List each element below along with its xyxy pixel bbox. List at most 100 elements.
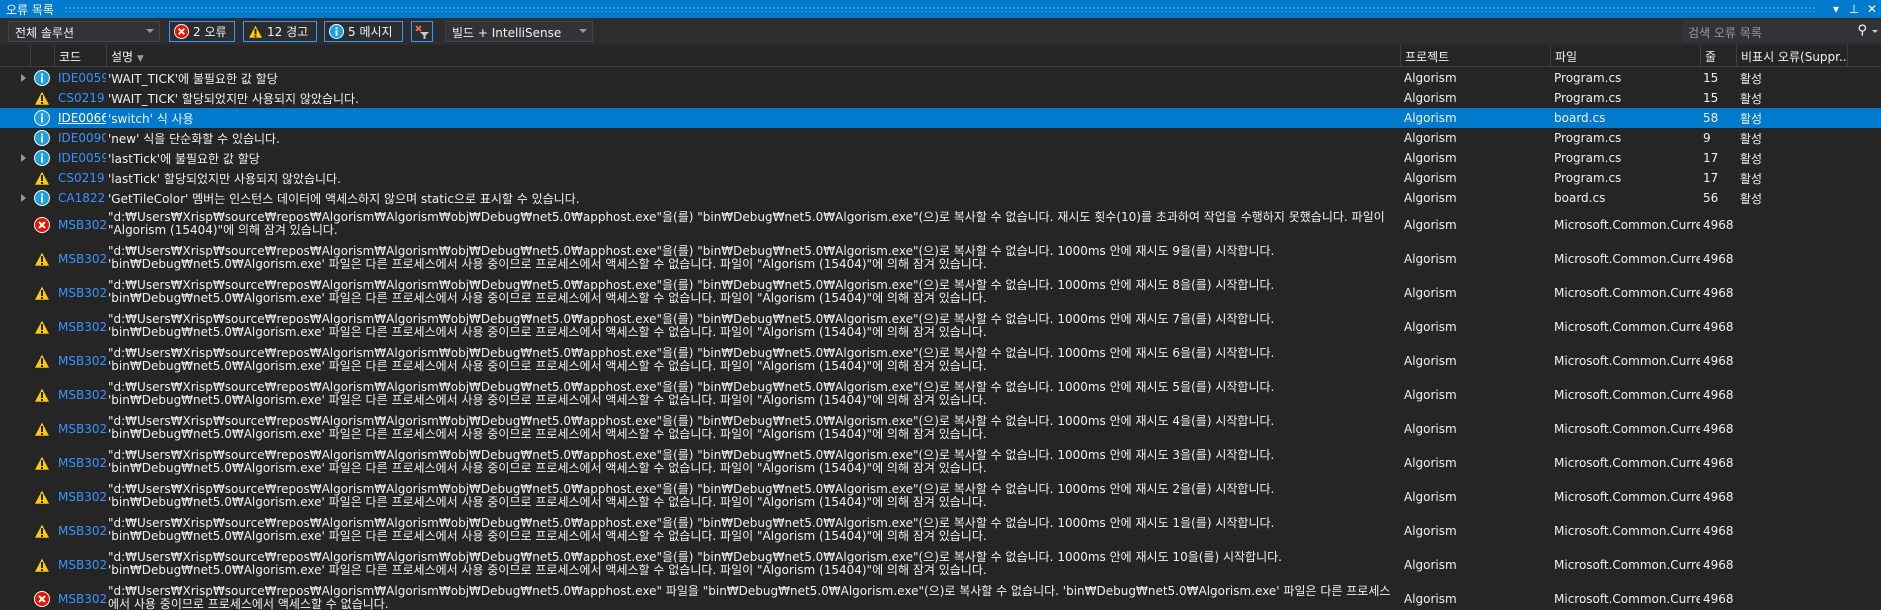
code-link-cell[interactable]: IDE0059 bbox=[58, 148, 106, 168]
file-cell: Program.cs bbox=[1554, 171, 1622, 185]
file-cell: Microsoft.Common.Curre... bbox=[1554, 218, 1700, 232]
info-icon bbox=[34, 150, 50, 166]
suppression-state-cell bbox=[1740, 276, 1845, 310]
column-line[interactable]: 줄 bbox=[1700, 45, 1736, 67]
errors-filter-button[interactable]: 2 오류 bbox=[169, 21, 235, 42]
table-row[interactable]: IDE0059'lastTick'에 불필요한 값 할당 Algorism Prog… bbox=[0, 148, 1881, 168]
description-cell: 'WAIT_TICK'에 불필요한 값 할당 bbox=[108, 71, 278, 86]
table-row[interactable]: CS0219 'WAIT_TICK' 할당되었지만 사용되지 않았습니다. Algo… bbox=[0, 88, 1881, 108]
description-cell: "d:₩Users₩Xrisp₩source₩repos₩Algorism₩Al… bbox=[108, 278, 1275, 305]
code-link-cell[interactable]: MSB3027 bbox=[58, 208, 106, 242]
expand-arrow-icon[interactable] bbox=[21, 194, 26, 202]
source-value: 빌드 + IntelliSense bbox=[452, 26, 562, 40]
table-row[interactable]: IDE0090'new' 식을 단순화할 수 있습니다. Algorism Prog… bbox=[0, 128, 1881, 148]
table-row[interactable]: MSB3027"d:₩Users₩Xrisp₩source₩repos₩Algo… bbox=[0, 208, 1881, 242]
filter-button[interactable] bbox=[411, 21, 433, 42]
title-grip[interactable] bbox=[63, 6, 1817, 12]
window-menu-button[interactable]: ▾ bbox=[1827, 2, 1845, 16]
code-link-cell[interactable]: MSB3026 bbox=[58, 446, 106, 480]
code-link-cell[interactable]: IDE0059 bbox=[58, 68, 106, 88]
table-row[interactable]: IDE0066'switch' 식 사용 Algorism board.cs 58 활성 bbox=[0, 108, 1881, 128]
suppression-state-cell: 활성 bbox=[1740, 111, 1763, 126]
column-file[interactable]: 파일 bbox=[1550, 45, 1700, 67]
table-row[interactable]: MSB3026"d:₩Users₩Xrisp₩source₩repos₩Algo… bbox=[0, 276, 1881, 310]
description-cell: "d:₩Users₩Xrisp₩source₩repos₩Algorism₩Al… bbox=[108, 482, 1275, 509]
warning-icon bbox=[33, 170, 51, 186]
file-cell: Microsoft.Common.Curre... bbox=[1554, 388, 1700, 402]
table-row[interactable]: MSB3026"d:₩Users₩Xrisp₩source₩repos₩Algo… bbox=[0, 548, 1881, 582]
project-cell: Algorism bbox=[1404, 388, 1457, 402]
code-link-cell[interactable]: MSB3026 bbox=[58, 548, 106, 582]
code-link-cell[interactable]: MSB3026 bbox=[58, 242, 106, 276]
close-button[interactable]: ✕ bbox=[1863, 2, 1881, 16]
scope-dropdown[interactable]: 전체 솔루션 bbox=[8, 21, 160, 42]
code-link-cell[interactable]: IDE0090 bbox=[58, 128, 106, 148]
column-suppression[interactable]: 비표시 오류(Suppr... bbox=[1736, 45, 1847, 67]
code-link-cell[interactable]: MSB3026 bbox=[58, 344, 106, 378]
line-cell: 4968 bbox=[1703, 320, 1734, 334]
code-link-cell[interactable]: MSB3026 bbox=[58, 378, 106, 412]
source-dropdown[interactable]: 빌드 + IntelliSense bbox=[445, 21, 593, 42]
table-row[interactable]: MSB3026"d:₩Users₩Xrisp₩source₩repos₩Algo… bbox=[0, 412, 1881, 446]
file-cell: board.cs bbox=[1554, 191, 1606, 205]
column-description[interactable]: 설명 ▼ bbox=[106, 45, 1400, 67]
clear-filter-icon bbox=[415, 24, 429, 39]
line-cell: 56 bbox=[1703, 191, 1719, 205]
table-row[interactable]: MSB3026"d:₩Users₩Xrisp₩source₩repos₩Algo… bbox=[0, 242, 1881, 276]
table-row[interactable]: MSB3026"d:₩Users₩Xrisp₩source₩repos₩Algo… bbox=[0, 446, 1881, 480]
column-project[interactable]: 프로젝트 bbox=[1400, 45, 1550, 67]
pin-button[interactable]: ⊥ bbox=[1845, 2, 1863, 16]
expand-arrow-icon[interactable] bbox=[21, 154, 26, 162]
table-row[interactable]: CA1822 'GetTileColor' 멤버는 인스턴스 데이터에 액세스하지… bbox=[0, 188, 1881, 208]
description-cell: "d:₩Users₩Xrisp₩source₩repos₩Algorism₩Al… bbox=[108, 550, 1282, 577]
line-cell: 4968 bbox=[1703, 422, 1734, 436]
column-icon[interactable] bbox=[30, 45, 54, 67]
table-row[interactable]: CS0219'lastTick' 할당되었지만 사용되지 않았습니다. Algor… bbox=[0, 168, 1881, 188]
table-row[interactable]: MSB3027"d:₩Users₩Xrisp₩source₩repos₩Algo… bbox=[0, 582, 1881, 610]
description-cell: 'GetTileColor' 멤버는 인스턴스 데이터에 액세스하지 않으며 s… bbox=[108, 191, 580, 206]
code-link-cell[interactable]: MSB3026 bbox=[58, 480, 106, 514]
search-options-icon[interactable] bbox=[1872, 30, 1878, 33]
file-cell: Microsoft.Common.Curre... bbox=[1554, 524, 1700, 538]
warning-icon bbox=[33, 387, 51, 403]
file-cell: Microsoft.Common.Curre... bbox=[1554, 456, 1700, 470]
code-link-cell[interactable]: CS0219 bbox=[58, 168, 106, 188]
code-link-cell[interactable]: MSB3026 bbox=[58, 412, 106, 446]
errors-count-label: 2 오류 bbox=[193, 25, 227, 39]
warnings-filter-button[interactable]: 12 경고 bbox=[243, 21, 317, 42]
file-cell: Microsoft.Common.Curre... bbox=[1554, 252, 1700, 266]
warning-icon bbox=[33, 455, 51, 471]
code-link-cell[interactable]: MSB3026 bbox=[58, 310, 106, 344]
code-link-cell[interactable]: MSB3027 bbox=[58, 582, 106, 610]
table-row[interactable]: MSB3026"d:₩Users₩Xrisp₩source₩repos₩Algo… bbox=[0, 344, 1881, 378]
messages-filter-button[interactable]: 5 메시지 bbox=[324, 21, 403, 42]
warning-icon bbox=[33, 319, 51, 335]
table-row[interactable]: MSB3026"d:₩Users₩Xrisp₩source₩repos₩Algo… bbox=[0, 310, 1881, 344]
table-row[interactable]: IDE0059 'WAIT_TICK'에 불필요한 값 할당 Algorism Pro… bbox=[0, 68, 1881, 88]
code-link-cell[interactable]: MSB3026 bbox=[58, 276, 106, 310]
table-row[interactable]: MSB3026"d:₩Users₩Xrisp₩source₩repos₩Algo… bbox=[0, 514, 1881, 548]
sort-down-icon: ▼ bbox=[136, 54, 144, 64]
description-cell: "d:₩Users₩Xrisp₩source₩repos₩Algorism₩Al… bbox=[108, 346, 1275, 373]
suppression-state-cell: 활성 bbox=[1740, 171, 1763, 186]
info-icon bbox=[34, 130, 50, 146]
project-cell: Algorism bbox=[1404, 151, 1457, 165]
code-link-cell[interactable]: IDE0066 bbox=[58, 108, 106, 128]
table-row[interactable]: MSB3026"d:₩Users₩Xrisp₩source₩repos₩Algo… bbox=[0, 480, 1881, 514]
code-link-cell[interactable]: MSB3026 bbox=[58, 514, 106, 548]
column-code[interactable]: 코드 bbox=[54, 45, 106, 67]
project-cell: Algorism bbox=[1404, 91, 1457, 105]
suppression-state-cell bbox=[1740, 242, 1845, 276]
expand-arrow-icon[interactable] bbox=[21, 74, 26, 82]
project-cell: Algorism bbox=[1404, 191, 1457, 205]
column-filler bbox=[1847, 45, 1881, 67]
search-input[interactable]: 검색 오류 목록 ⚲ bbox=[1682, 20, 1881, 43]
code-link-cell[interactable]: CA1822 bbox=[58, 188, 106, 208]
file-cell: Program.cs bbox=[1554, 71, 1622, 85]
code-link-cell[interactable]: CS0219 bbox=[58, 88, 106, 108]
project-cell: Algorism bbox=[1404, 524, 1457, 538]
search-icon[interactable]: ⚲ bbox=[1857, 23, 1867, 38]
description-cell: "d:₩Users₩Xrisp₩source₩repos₩Algorism₩Al… bbox=[108, 516, 1275, 543]
suppression-state-cell bbox=[1740, 446, 1845, 480]
table-row[interactable]: MSB3026"d:₩Users₩Xrisp₩source₩repos₩Algo… bbox=[0, 378, 1881, 412]
